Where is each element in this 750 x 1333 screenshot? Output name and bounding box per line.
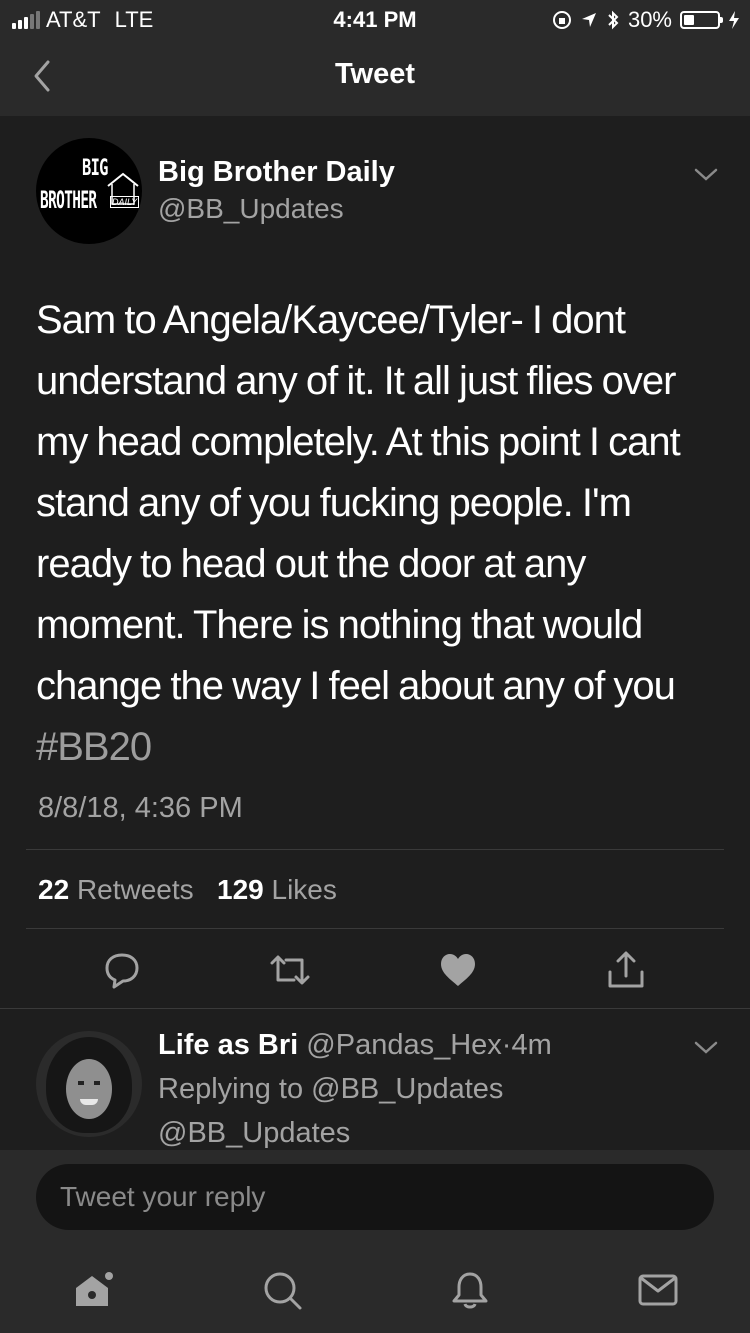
tweet-detail: BIG BROTHER DAILY Big Brother Daily @BB_… bbox=[0, 116, 750, 1008]
reply-author-name[interactable]: Life as Bri bbox=[158, 1029, 298, 1061]
retweets-stat[interactable]: 22 Retweets bbox=[38, 874, 194, 905]
tweet-text: Sam to Angela/Kaycee/Tyler- I dont under… bbox=[36, 298, 681, 708]
avatar-logo-line2: BROTHER bbox=[40, 186, 97, 214]
charging-icon bbox=[729, 11, 739, 29]
likes-stat[interactable]: 129 Likes bbox=[217, 874, 337, 905]
reply-text-preview: @BB_Updates bbox=[158, 1117, 351, 1149]
reply-button[interactable] bbox=[100, 948, 144, 992]
hashtag-link[interactable]: #BB20 bbox=[36, 725, 152, 769]
status-bar: AT&T LTE 4:41 PM 30% bbox=[0, 0, 750, 38]
reply-avatar[interactable] bbox=[36, 1031, 142, 1137]
reply-input[interactable] bbox=[36, 1164, 714, 1230]
author-name[interactable]: Big Brother Daily bbox=[158, 156, 395, 189]
share-icon bbox=[608, 951, 644, 988]
chevron-down-icon bbox=[694, 1041, 718, 1054]
retweet-icon bbox=[270, 955, 310, 985]
tab-messages[interactable] bbox=[636, 1268, 680, 1312]
orientation-lock-icon bbox=[552, 11, 571, 29]
status-right: 30% bbox=[552, 7, 740, 33]
home-icon bbox=[76, 1272, 113, 1306]
divider bbox=[26, 928, 724, 929]
nav-bar: Tweet bbox=[0, 38, 750, 116]
page-title: Tweet bbox=[334, 58, 416, 90]
tweet-stats: 22 Retweets 129 Likes bbox=[38, 874, 337, 906]
like-button[interactable] bbox=[436, 948, 480, 992]
tab-notifications[interactable] bbox=[448, 1268, 492, 1312]
battery-percent: 30% bbox=[627, 7, 672, 32]
like-icon bbox=[441, 954, 475, 986]
bluetooth-icon bbox=[608, 10, 619, 30]
tweet-menu-button[interactable] bbox=[692, 164, 720, 184]
reply-composer bbox=[0, 1150, 750, 1244]
avatar-logo-line1: BIG bbox=[82, 156, 108, 181]
author-avatar[interactable]: BIG BROTHER DAILY bbox=[36, 138, 142, 244]
reply-icon bbox=[105, 953, 139, 989]
reply-header: Life as Bri @Pandas_Hex·4m bbox=[158, 1029, 552, 1062]
notifications-icon bbox=[452, 1272, 488, 1309]
tab-home[interactable] bbox=[72, 1268, 116, 1312]
author-handle[interactable]: @BB_Updates bbox=[158, 193, 344, 225]
reply-separator: · bbox=[501, 1029, 512, 1061]
reply-menu-button[interactable] bbox=[692, 1037, 720, 1057]
tweet-timestamp: 8/8/18, 4:36 PM bbox=[38, 792, 243, 824]
avatar-logo-tag: DAILY bbox=[110, 196, 140, 208]
retweets-count: 22 bbox=[38, 874, 70, 905]
reply-author-handle[interactable]: @Pandas_Hex bbox=[306, 1029, 502, 1061]
retweets-label: Retweets bbox=[76, 874, 194, 905]
retweet-button[interactable] bbox=[268, 948, 312, 992]
reply-item[interactable]: Life as Bri @Pandas_Hex·4m Replying to @… bbox=[0, 1008, 750, 1151]
tab-bar bbox=[0, 1244, 750, 1333]
battery-icon bbox=[680, 11, 723, 29]
share-button[interactable] bbox=[604, 948, 648, 992]
tab-search[interactable] bbox=[260, 1268, 304, 1312]
likes-count: 129 bbox=[217, 874, 264, 905]
chevron-down-icon bbox=[694, 168, 718, 181]
likes-label: Likes bbox=[271, 874, 337, 905]
divider bbox=[26, 849, 724, 850]
search-icon bbox=[264, 1272, 302, 1310]
replying-to: Replying to @BB_Updates bbox=[158, 1073, 504, 1105]
location-icon bbox=[581, 13, 596, 27]
messages-icon bbox=[638, 1274, 678, 1306]
reply-age: 4m bbox=[511, 1029, 552, 1061]
tweet-body: Sam to Angela/Kaycee/Tyler- I dont under… bbox=[36, 290, 726, 778]
